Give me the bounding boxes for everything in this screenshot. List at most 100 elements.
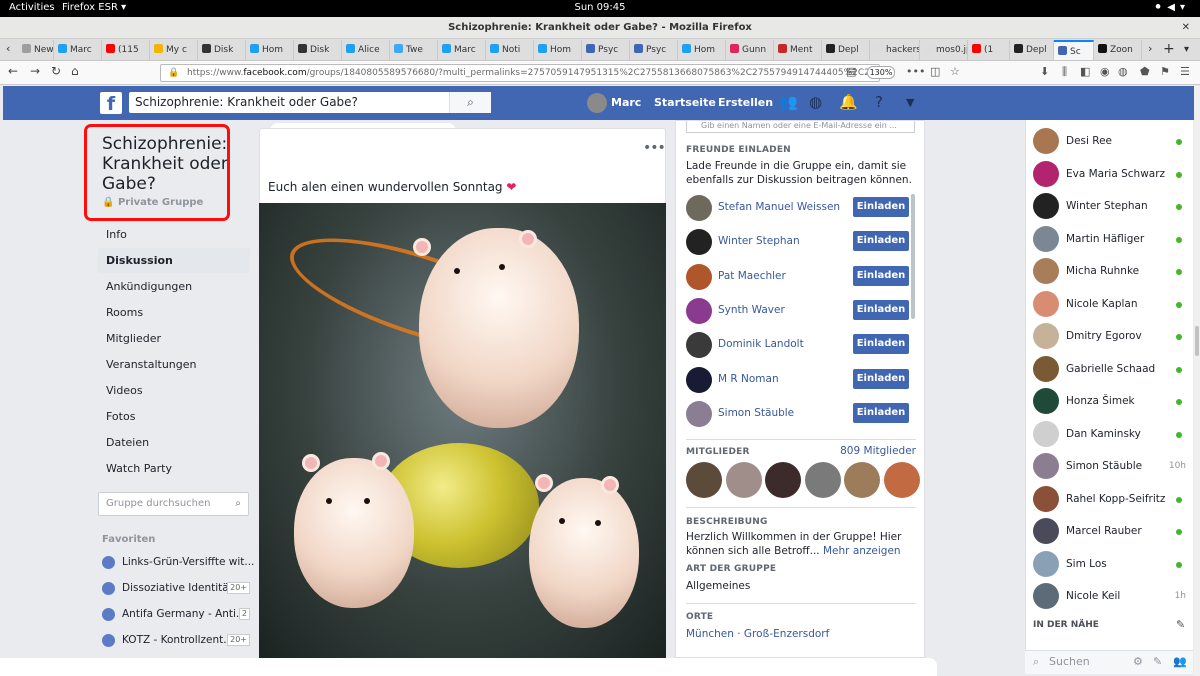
browser-tab[interactable]: Hom: [534, 40, 582, 60]
chat-contact[interactable]: Winter Stephan: [1026, 191, 1194, 221]
search-icon[interactable]: ⌕: [449, 92, 491, 113]
member-avatar[interactable]: [844, 462, 880, 498]
chat-contact[interactable]: Eva Maria Schwarz: [1026, 159, 1194, 189]
browser-tab[interactable]: Hom: [246, 40, 294, 60]
browser-tab[interactable]: Psyc: [582, 40, 630, 60]
members-count-link[interactable]: 809 Mitglieder: [840, 445, 916, 457]
browser-tab[interactable]: New: [18, 40, 54, 60]
library-icon[interactable]: ⫼: [1062, 65, 1067, 79]
member-avatar[interactable]: [686, 462, 722, 498]
chat-contact[interactable]: Desi Ree: [1026, 126, 1194, 156]
close-window-icon[interactable]: ✕: [1182, 17, 1190, 39]
group-chat-icon[interactable]: 👥: [1173, 651, 1187, 673]
browser-tab[interactable]: Marc: [54, 40, 102, 60]
nav-item[interactable]: Ankündigungen: [98, 274, 250, 299]
nav-item[interactable]: Mitglieder: [98, 326, 250, 351]
invitee-name[interactable]: M R Noman: [718, 373, 779, 385]
bookmark-star-icon[interactable]: ☆: [950, 65, 960, 78]
browser-tab[interactable]: (115: [102, 40, 150, 60]
messenger-icon[interactable]: ◍: [809, 93, 822, 111]
nav-item[interactable]: Fotos: [98, 404, 250, 429]
browser-tab[interactable]: Psyc: [630, 40, 678, 60]
tab-list-icon[interactable]: ▾: [1184, 44, 1189, 55]
nav-item[interactable]: Dateien: [98, 430, 250, 455]
nav-item[interactable]: Diskussion: [98, 248, 250, 273]
url-bar[interactable]: 🔒 https://www.facebook.com/groups/184080…: [160, 64, 880, 82]
post-options-icon[interactable]: •••: [643, 140, 666, 156]
member-avatar[interactable]: [804, 462, 841, 498]
invite-button[interactable]: Einladen: [853, 265, 909, 286]
invitee-name[interactable]: Winter Stephan: [718, 235, 800, 247]
avatar[interactable]: [686, 297, 712, 324]
nav-item[interactable]: Watch Party: [98, 456, 250, 481]
reload-icon[interactable]: ↻: [51, 64, 61, 78]
clock[interactable]: Sun 09:45: [0, 2, 1200, 13]
browser-tab[interactable]: Hom: [678, 40, 726, 60]
compose-icon[interactable]: ✎: [1153, 651, 1162, 673]
favorite-group[interactable]: KOTZ - Kontrollzent... 20+: [102, 629, 250, 651]
page-scrollbar[interactable]: [1194, 86, 1200, 676]
gear-icon[interactable]: ⚙: [1133, 651, 1143, 673]
member-avatar[interactable]: [883, 462, 920, 498]
invite-search-input[interactable]: Gib einen Namen oder eine E-Mail-Adresse…: [686, 121, 915, 133]
forward-icon[interactable]: →: [30, 64, 40, 78]
chat-contact[interactable]: Marcel Rauber: [1026, 516, 1194, 546]
browser-tab[interactable]: Depl: [822, 40, 870, 60]
sidebar-icon[interactable]: ◧: [1080, 65, 1090, 78]
invite-list-scrollbar[interactable]: [911, 194, 915, 319]
notifications-icon[interactable]: 🔔: [839, 93, 858, 111]
nav-item[interactable]: Rooms: [98, 300, 250, 325]
tab-scroll-right-icon[interactable]: ›: [1148, 42, 1152, 55]
account-menu-icon[interactable]: ▼: [906, 96, 914, 109]
downloads-icon[interactable]: ⬇: [1040, 65, 1049, 78]
friends-icon[interactable]: 👥: [779, 93, 798, 111]
extension-2-icon[interactable]: ⚑: [1160, 65, 1170, 78]
invite-button[interactable]: Einladen: [853, 231, 909, 252]
favorite-group[interactable]: Antifa Germany - Anti... 2: [102, 603, 250, 625]
invitee-name[interactable]: Simon Stäuble: [718, 407, 794, 419]
nav-item[interactable]: Info: [98, 222, 250, 247]
invitee-name[interactable]: Synth Waver: [718, 304, 785, 316]
avatar[interactable]: [686, 263, 712, 290]
group-search-input[interactable]: Gruppe durchsuchen ⌕: [98, 492, 249, 516]
invite-button[interactable]: Einladen: [853, 197, 909, 217]
home-icon[interactable]: ⌂: [71, 64, 79, 78]
chat-contact[interactable]: Honza Šimek: [1026, 386, 1194, 416]
account-icon[interactable]: ◉: [1100, 65, 1110, 78]
browser-tab[interactable]: mos0.jp: [920, 40, 968, 60]
show-more-link[interactable]: Mehr anzeigen: [823, 545, 901, 557]
browser-tab[interactable]: Twe: [390, 40, 438, 60]
browser-tab[interactable]: (1: [968, 40, 1010, 60]
browser-tab[interactable]: Ment: [774, 40, 822, 60]
favorite-group[interactable]: Dissoziative Identitä... 20+: [102, 577, 250, 599]
search-icon[interactable]: ⌕: [235, 493, 241, 515]
home-link[interactable]: Startseite: [654, 96, 716, 109]
browser-tab[interactable]: hackers: [870, 40, 920, 60]
chat-contact[interactable]: Martin Häfliger: [1026, 224, 1194, 254]
chat-contact[interactable]: Micha Ruhnke: [1026, 256, 1194, 286]
avatar[interactable]: [686, 195, 712, 221]
invite-button[interactable]: Einladen: [853, 368, 909, 389]
chat-contact[interactable]: Gabrielle Schaad: [1026, 354, 1194, 384]
browser-tab[interactable]: Zoon: [1094, 40, 1142, 60]
browser-tab[interactable]: Alice: [342, 40, 390, 60]
chat-contact[interactable]: Sim Los: [1026, 549, 1194, 579]
reader-view-icon[interactable]: ▤: [846, 65, 856, 78]
create-link[interactable]: Erstellen: [718, 96, 773, 109]
new-tab-icon[interactable]: +: [1163, 41, 1175, 57]
avatar[interactable]: [587, 93, 607, 113]
menu-icon[interactable]: ☰: [1180, 65, 1190, 78]
nav-item[interactable]: Veranstaltungen: [98, 352, 250, 377]
member-avatar[interactable]: [725, 462, 762, 498]
browser-tab[interactable]: Gunn: [726, 40, 774, 60]
chat-contact[interactable]: Rahel Kopp-Seifritz: [1026, 484, 1194, 514]
help-icon[interactable]: ?: [875, 93, 883, 111]
invitee-name[interactable]: Dominik Landolt: [718, 338, 804, 350]
nav-item[interactable]: Videos: [98, 378, 250, 403]
browser-tab[interactable]: Depl: [1010, 40, 1054, 60]
chat-search-input[interactable]: ⌕ Suchen ⚙ ✎ 👥: [1025, 650, 1193, 674]
system-tray-icons[interactable]: ⚫◀▾: [1154, 2, 1190, 13]
invite-button[interactable]: Einladen: [853, 299, 909, 320]
avatar[interactable]: [686, 366, 712, 393]
chat-contact[interactable]: Dan Kaminsky: [1026, 419, 1194, 449]
